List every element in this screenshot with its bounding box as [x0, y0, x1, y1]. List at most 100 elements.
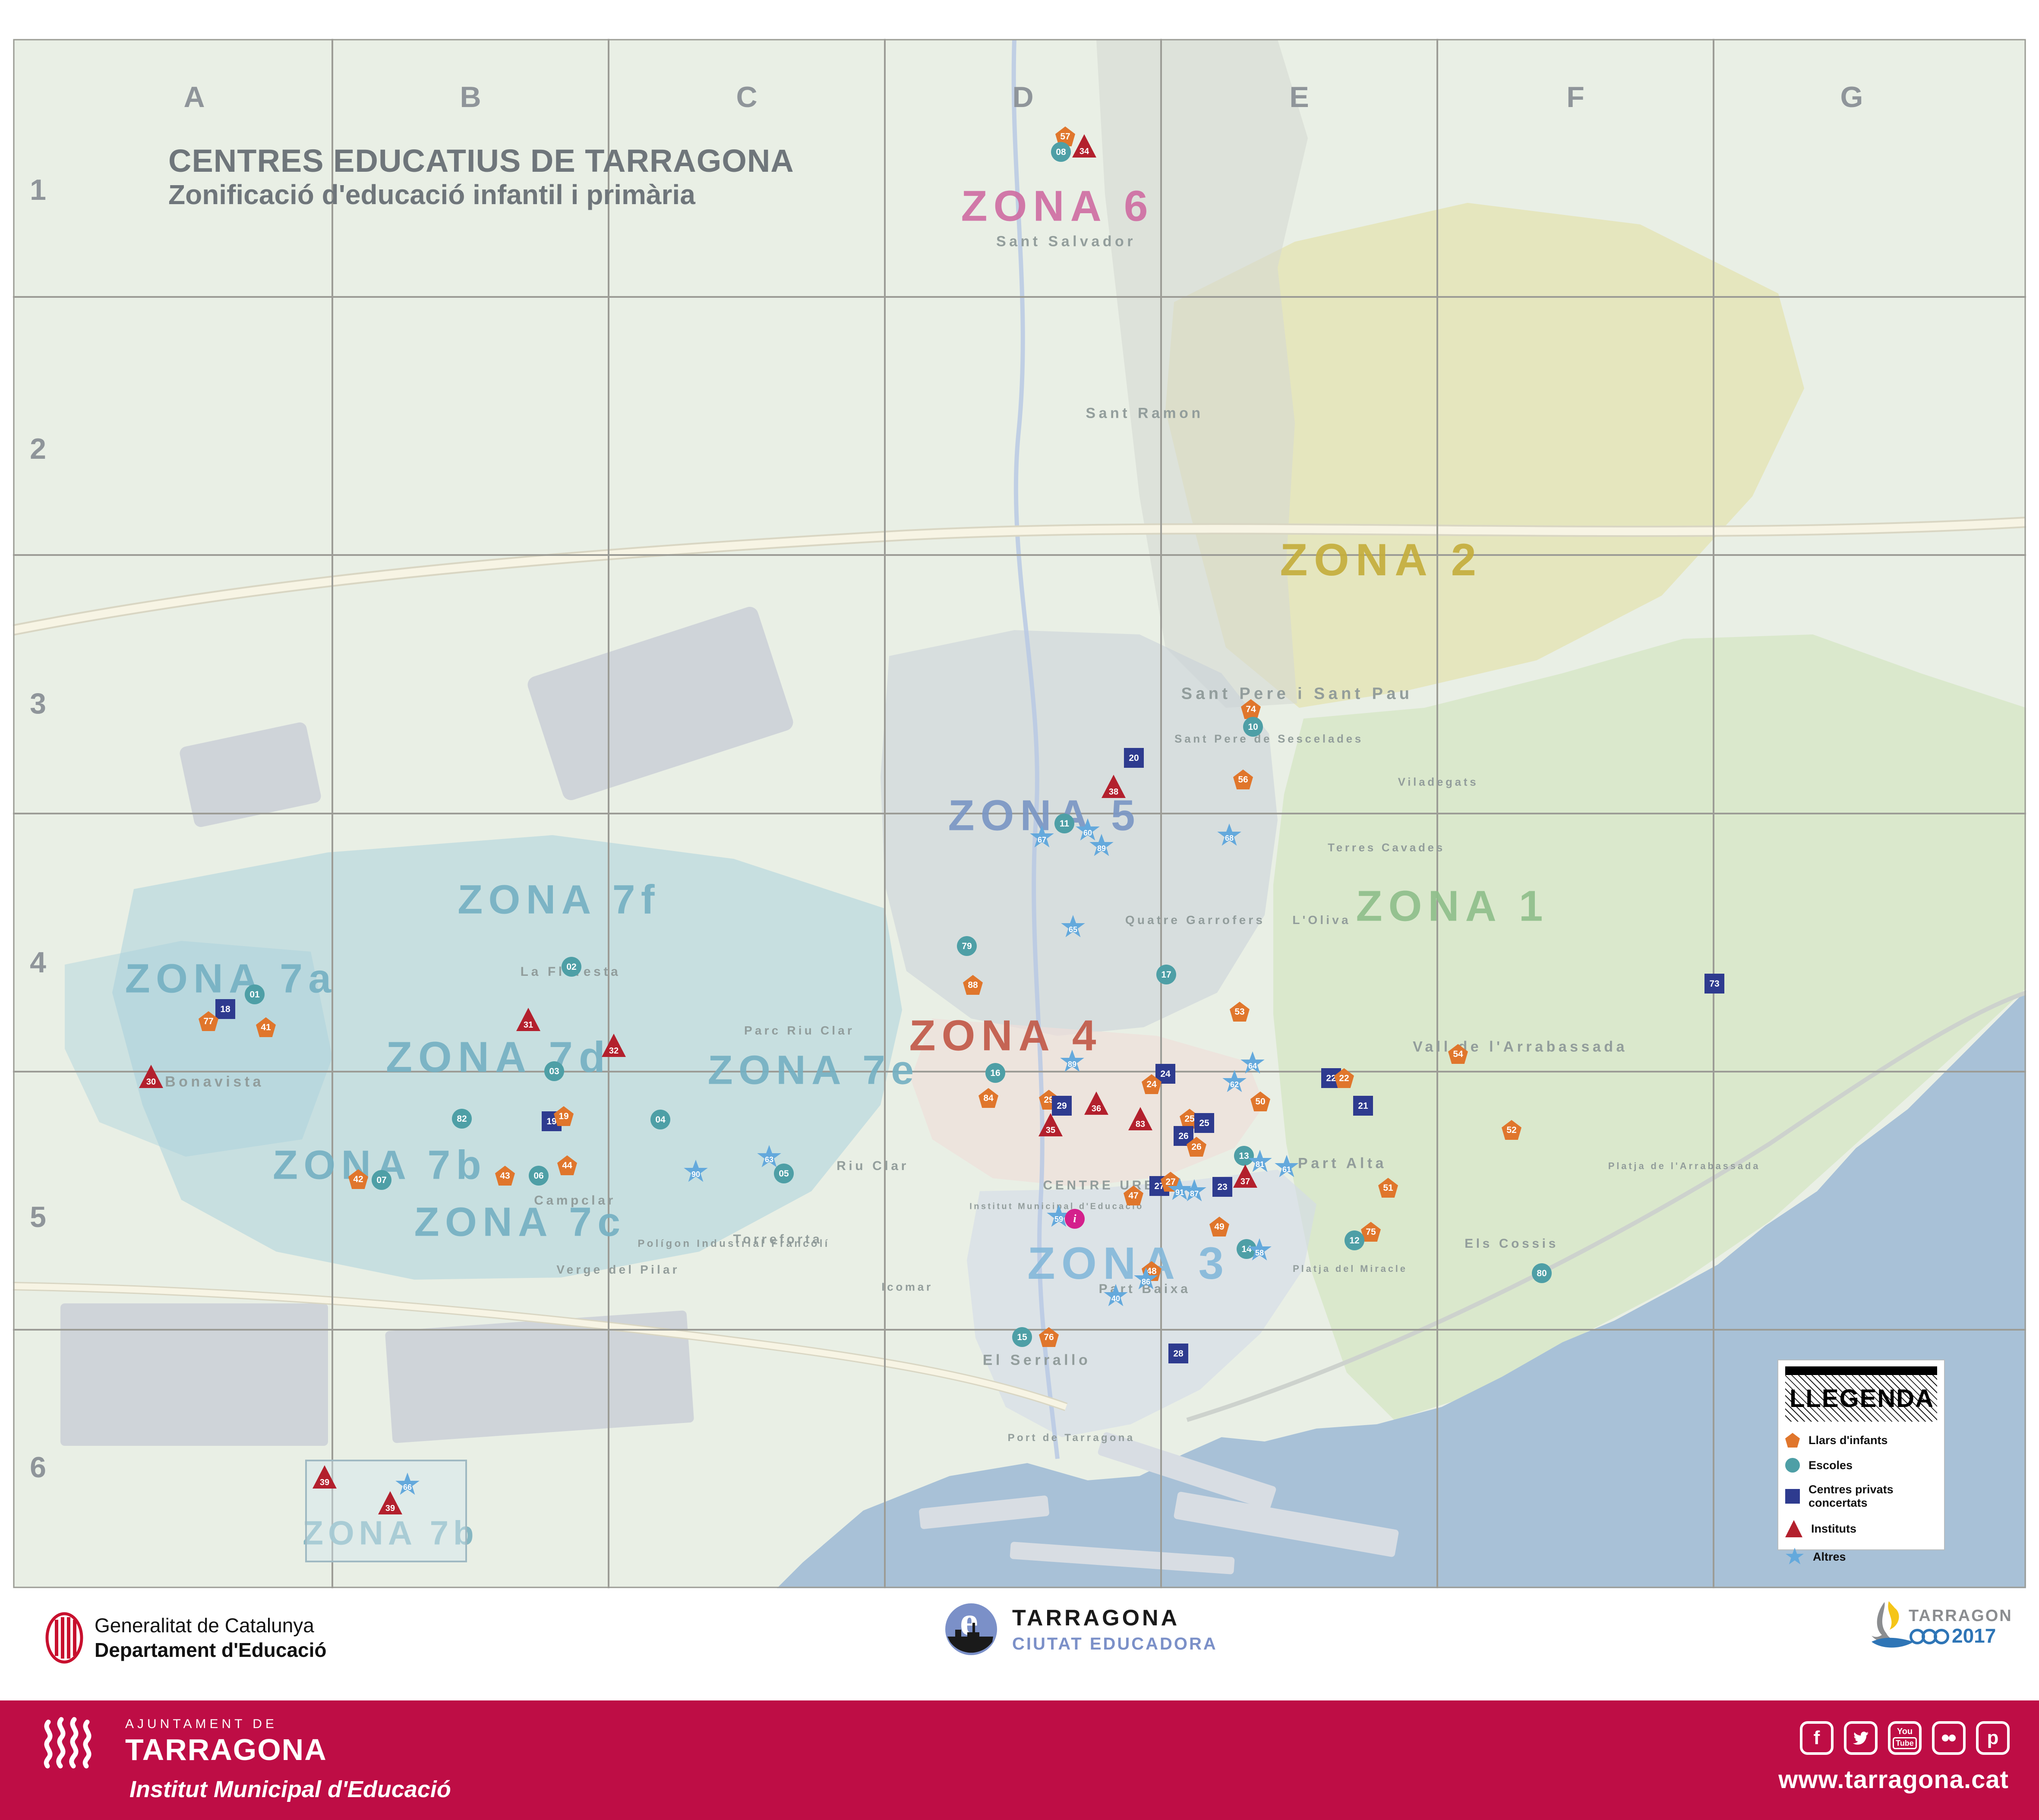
- zone-label-7f: ZONA 7f: [458, 877, 660, 924]
- svg-text:TARRAGONA: TARRAGONA: [1909, 1607, 2011, 1625]
- place-label: Campclar: [534, 1193, 616, 1208]
- ajuntament-waves-icon: [39, 1717, 108, 1773]
- place-label: Riu Clar: [836, 1159, 909, 1173]
- flickr-icon[interactable]: [1932, 1721, 1966, 1755]
- place-label: Vall de l'Arrabassada: [1413, 1039, 1628, 1056]
- place-label: Platja de l'Arrabassada: [1608, 1161, 1761, 1172]
- institut-municipal-label: Institut Municipal d'Educació: [129, 1776, 451, 1803]
- grid-column-A: A: [183, 80, 205, 114]
- ciutat-educadora-block: e TARRAGONA CIUTAT EDUCADORA: [943, 1601, 1218, 1657]
- privat-legend-icon: [1785, 1489, 1800, 1504]
- ciutat-educadora-logo-icon: e: [943, 1601, 999, 1657]
- generalitat-line1: Generalitat de Catalunya: [95, 1613, 327, 1638]
- marker-escola-13[interactable]: 13: [1234, 1146, 1254, 1166]
- generalitat-logo-icon: [45, 1612, 83, 1664]
- marker-privat-29[interactable]: 29: [1052, 1096, 1072, 1116]
- marker-escola-82[interactable]: 82: [452, 1109, 472, 1129]
- place-label: Viladegats: [1398, 776, 1479, 789]
- zone-label-6: ZONA 6: [961, 182, 1154, 231]
- generalitat-line2: Departament d'Educació: [95, 1638, 327, 1663]
- grid-row-5: 5: [30, 1200, 46, 1234]
- marker-escola-15[interactable]: 15: [1012, 1327, 1032, 1347]
- ciutat-educadora-subtitle: CIUTAT EDUCADORA: [1012, 1634, 1218, 1654]
- marker-privat-25[interactable]: 25: [1194, 1113, 1214, 1133]
- marker-escola-04[interactable]: 04: [650, 1110, 670, 1129]
- legend-item-label: Instituts: [1811, 1522, 1856, 1536]
- title-line1: CENTRES EDUCATIUS DE TARRAGONA: [168, 142, 794, 179]
- marker-escola-07[interactable]: 07: [372, 1170, 391, 1190]
- marker-escola-05[interactable]: 05: [774, 1164, 794, 1183]
- legend-item-escola: Escoles: [1785, 1458, 1937, 1473]
- grid-column-F: F: [1566, 80, 1584, 114]
- marker-privat-20[interactable]: 20: [1124, 748, 1144, 768]
- place-label: Port de Tarragona: [1008, 1432, 1135, 1444]
- grid-row-1: 1: [30, 173, 46, 207]
- legend-item-label: Escoles: [1809, 1459, 1853, 1472]
- grid-column-B: B: [460, 80, 481, 114]
- tarragona-2017-logo-icon: TARRAGONA 2017: [1869, 1597, 2011, 1679]
- zone-label-1: ZONA 1: [1356, 882, 1549, 931]
- legend-item-label: Altres: [1813, 1550, 1846, 1564]
- twitter-icon[interactable]: [1844, 1721, 1878, 1755]
- altres-legend-icon: [1785, 1548, 1804, 1566]
- institut-legend-icon: [1785, 1520, 1802, 1537]
- legend-box: LLEGENDA Llars d'infantsEscolesCentres p…: [1777, 1359, 1945, 1550]
- ajuntament-small-label: AJUNTAMENT DE: [125, 1717, 327, 1732]
- legend-item-label: Llars d'infants: [1809, 1434, 1887, 1447]
- marker-escola-12[interactable]: 12: [1345, 1230, 1364, 1250]
- marker-escola-06[interactable]: 06: [529, 1166, 549, 1186]
- youtube-icon[interactable]: YouTube: [1888, 1721, 1922, 1755]
- legend-item-llar: Llars d'infants: [1785, 1433, 1937, 1448]
- place-label: El Serrallo: [983, 1352, 1091, 1369]
- place-label: Icomar: [881, 1281, 933, 1294]
- marker-escola-08[interactable]: 08: [1051, 142, 1071, 162]
- place-label: Bonavista: [165, 1074, 264, 1091]
- grid-row-2: 2: [30, 432, 46, 466]
- marker-escola-03[interactable]: 03: [544, 1061, 564, 1081]
- ajuntament-block: AJUNTAMENT DE TARRAGONA: [39, 1717, 327, 1773]
- place-label: Sant Pere i Sant Pau: [1181, 685, 1413, 703]
- place-label: Sant Ramon: [1086, 405, 1203, 422]
- page-title: CENTRES EDUCATIUS DE TARRAGONA Zonificac…: [168, 142, 794, 211]
- marker-escola-79[interactable]: 79: [957, 936, 977, 956]
- grid-row-6: 6: [30, 1451, 46, 1484]
- place-label: Platja del Miracle: [1293, 1263, 1408, 1274]
- place-label: Terres Cavades: [1328, 841, 1445, 855]
- ciutat-educadora-name: TARRAGONA: [1012, 1605, 1218, 1631]
- escola-legend-icon: [1785, 1458, 1800, 1473]
- place-label: Sant Pere de Sescelades: [1174, 732, 1364, 746]
- marker-escola-16[interactable]: 16: [985, 1063, 1005, 1083]
- generalitat-block: Generalitat de Catalunya Departament d'E…: [45, 1612, 327, 1664]
- place-label: Institut Municipal d'Educació: [969, 1202, 1143, 1212]
- website-url: www.tarragona.cat: [1778, 1765, 2009, 1794]
- marker-escola-80[interactable]: 80: [1532, 1263, 1552, 1283]
- marker-escola-02[interactable]: 02: [562, 957, 581, 977]
- grid-row-3: 3: [30, 687, 46, 720]
- marker-escola-11[interactable]: 11: [1054, 814, 1074, 833]
- place-label: Parc Riu Clar: [744, 1024, 855, 1038]
- facebook-icon[interactable]: f: [1800, 1721, 1834, 1755]
- svg-text:2017: 2017: [1952, 1624, 1996, 1647]
- marker-escola-17[interactable]: 17: [1156, 965, 1176, 984]
- marker-info-i[interactable]: i: [1065, 1209, 1085, 1229]
- marker-privat-21[interactable]: 21: [1353, 1096, 1373, 1116]
- zone-label-7d: ZONA 7d: [386, 1033, 611, 1082]
- place-label: Sant Salvador: [996, 233, 1136, 250]
- legend-item-label: Centres privats concertats: [1809, 1483, 1937, 1510]
- place-label: Quatre Garrofers: [1125, 913, 1265, 927]
- ajuntament-name: TARRAGONA: [125, 1732, 327, 1767]
- place-label: Els Cossis: [1465, 1236, 1559, 1251]
- marker-privat-28[interactable]: 28: [1168, 1344, 1188, 1363]
- pinterest-icon[interactable]: p: [1976, 1721, 2010, 1755]
- footer-band: Generalitat de Catalunya Departament d'E…: [0, 1588, 2039, 1700]
- place-label: Verge del Pilar: [556, 1263, 679, 1277]
- marker-escola-01[interactable]: 01: [245, 984, 265, 1004]
- grid-column-G: G: [1840, 80, 1863, 114]
- zone-label-2: ZONA 2: [1280, 534, 1482, 586]
- footer-red-bar: AJUNTAMENT DE TARRAGONA Institut Municip…: [0, 1700, 2039, 1820]
- legend-item-institut: Instituts: [1785, 1520, 1937, 1537]
- marker-privat-23[interactable]: 23: [1212, 1177, 1232, 1197]
- marker-privat-73[interactable]: 73: [1704, 974, 1724, 994]
- marker-escola-10[interactable]: 10: [1243, 717, 1263, 737]
- marker-privat-18[interactable]: 18: [215, 999, 235, 1019]
